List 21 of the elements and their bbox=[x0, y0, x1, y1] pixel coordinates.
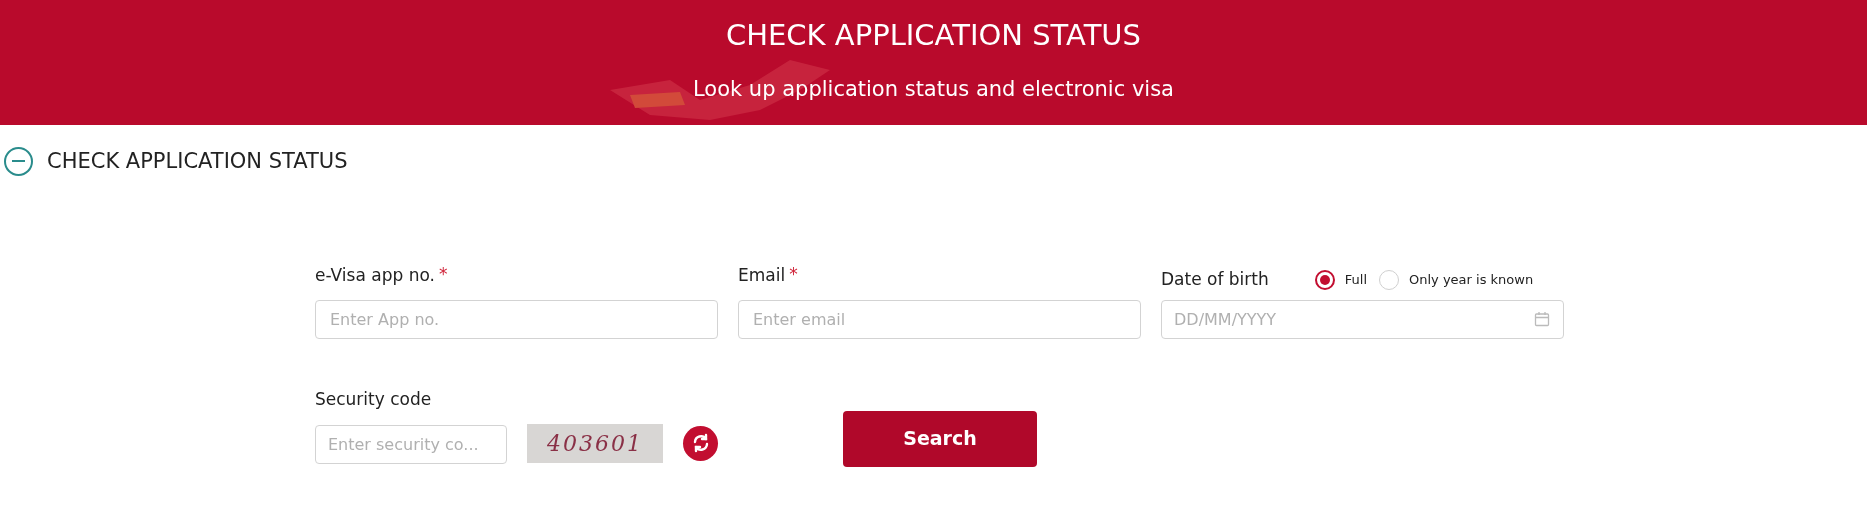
captcha-image: 403601 bbox=[527, 423, 663, 463]
required-mark: * bbox=[438, 265, 448, 283]
collapse-icon[interactable] bbox=[4, 147, 33, 177]
section-title: CHECK APPLICATION STATUS bbox=[47, 148, 348, 175]
calendar-icon bbox=[1534, 310, 1550, 327]
field-label: Email bbox=[738, 263, 786, 287]
date-field[interactable]: DD/MM/YYYY bbox=[1161, 299, 1564, 339]
input-field[interactable]: Enter email bbox=[738, 299, 1141, 339]
search-button[interactable]: Search bbox=[843, 410, 1037, 467]
field-label: Date of birth bbox=[1161, 267, 1269, 291]
page-title: CHECK APPLICATION STATUS bbox=[725, 17, 1141, 54]
field-label: e-Visa app no. bbox=[315, 263, 435, 287]
radio-label: Only year is known bbox=[1409, 270, 1534, 289]
radio-label: Full bbox=[1344, 270, 1367, 289]
field-label: Security code bbox=[315, 387, 433, 411]
radio-button[interactable] bbox=[1314, 269, 1335, 290]
required-mark: * bbox=[789, 265, 798, 283]
refresh-icon[interactable] bbox=[683, 425, 718, 461]
input-field[interactable]: Enter App no. bbox=[315, 299, 718, 339]
security-code-field[interactable]: Enter security co... bbox=[315, 424, 507, 464]
page-subtitle: Look up application status and electronic visa bbox=[693, 75, 1174, 103]
